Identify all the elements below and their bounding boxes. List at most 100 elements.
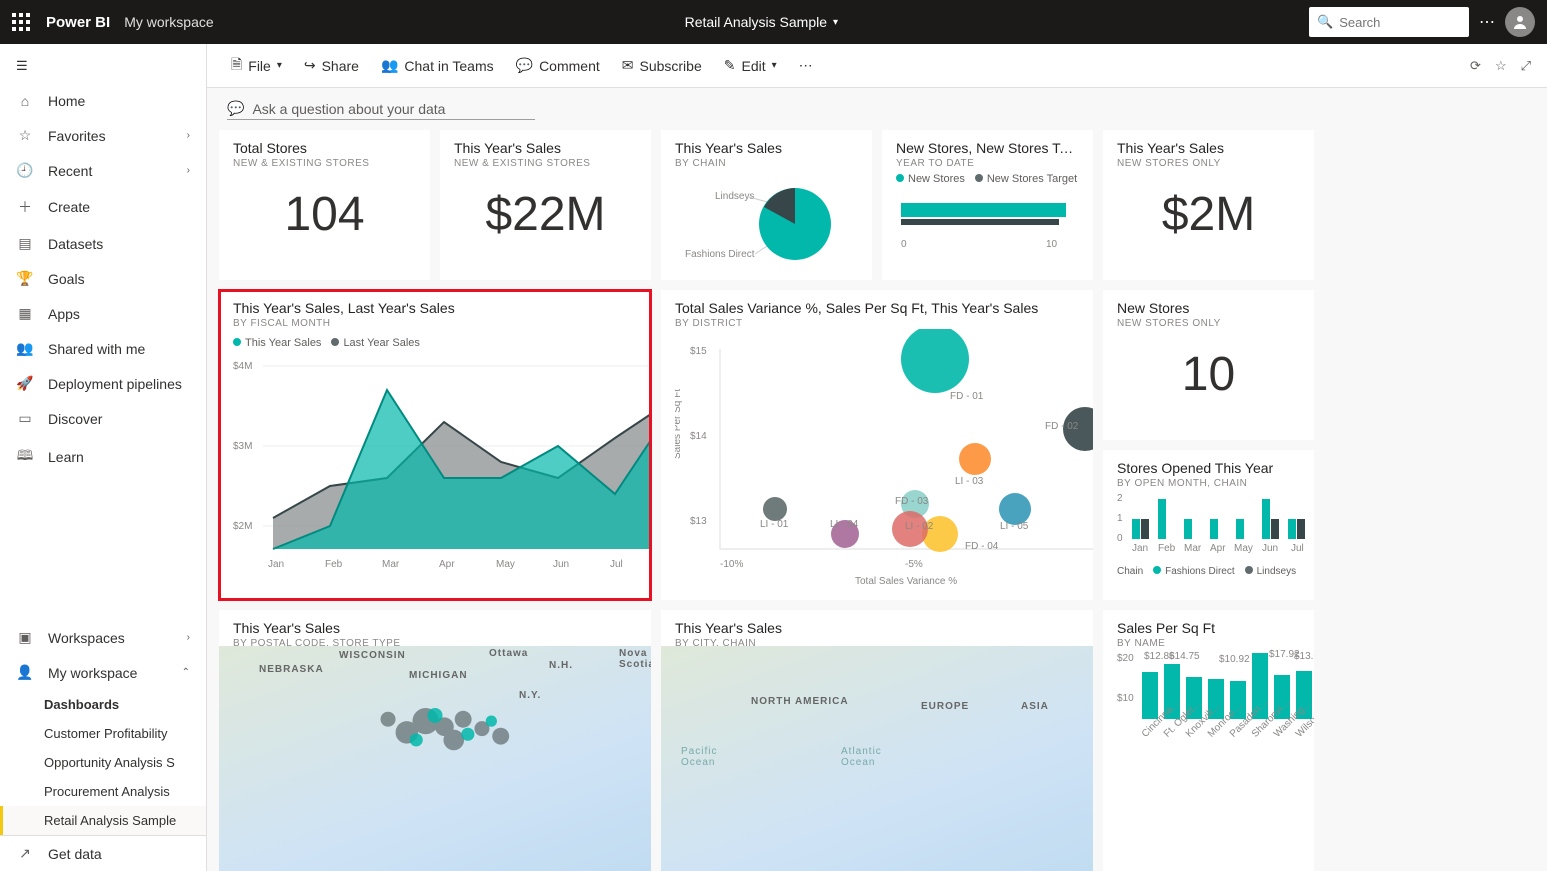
breadcrumb[interactable]: Retail Analysis Sample ▾ [214, 14, 1309, 30]
chevron-right-icon: › [187, 165, 190, 176]
nav-sub-item[interactable]: Procurement Analysis [0, 777, 206, 806]
teams-icon: 👥 [381, 57, 398, 74]
nav-sub-item[interactable]: Customer Profitability [0, 719, 206, 748]
tile-postal-map[interactable]: This Year's Sales BY POSTAL CODE, STORE … [219, 610, 651, 871]
favorite-icon[interactable]: ☆ [1495, 58, 1507, 74]
refresh-icon[interactable]: ⟳ [1470, 58, 1481, 74]
edit-button[interactable]: ✎Edit▾ [716, 51, 785, 80]
nav-pipelines[interactable]: 🚀Deployment pipelines [0, 366, 206, 401]
nav-discover[interactable]: ▭Discover [0, 401, 206, 436]
tile-subtitle: BY FISCAL MONTH [233, 318, 637, 329]
nav-label: Apps [48, 306, 80, 322]
page-title: Retail Analysis Sample [685, 14, 827, 30]
tile-subtitle: NEW STORES ONLY [1117, 158, 1300, 169]
svg-text:$15: $15 [690, 346, 707, 357]
nav-label: Create [48, 199, 90, 215]
nav-sub-dashboards[interactable]: Dashboards [0, 690, 206, 719]
qna-input[interactable]: 💬 Ask a question about your data [227, 98, 535, 120]
tile-ty-sales[interactable]: This Year's Sales NEW & EXISTING STORES … [440, 130, 651, 280]
person-icon: 👤 [16, 664, 34, 681]
workspace-name[interactable]: My workspace [124, 14, 213, 30]
nav-sub-item-active[interactable]: Retail Analysis Sample [0, 806, 206, 835]
comment-button[interactable]: 💬 Comment [508, 51, 608, 80]
tile-title: Total Stores [233, 140, 416, 156]
tile-value: 104 [233, 187, 416, 242]
tile-value: 10 [1117, 347, 1300, 402]
tile-variance[interactable]: Total Sales Variance %, Sales Per Sq Ft,… [661, 290, 1093, 600]
dashboard: Total Stores NEW & EXISTING STORES 104 T… [207, 130, 1547, 871]
fullscreen-icon[interactable]: ⤢ [1521, 58, 1531, 74]
comment-icon: 💬 [516, 57, 533, 74]
nav-goals[interactable]: 🏆Goals [0, 261, 206, 296]
nav-label: Favorites [48, 128, 106, 144]
svg-text:$13: $13 [690, 516, 707, 527]
nav-learn[interactable]: 🕮Learn [0, 436, 206, 478]
file-icon: 🗎 [231, 54, 242, 78]
chevron-down-icon: ▾ [833, 17, 838, 28]
tile-ty-ly-fiscal[interactable]: This Year's Sales, Last Year's Sales BY … [219, 290, 651, 600]
avatar[interactable] [1505, 7, 1535, 37]
bubble-chart: $15$14$13 Sales Per Sq Ft FD - 01 FD - 0… [675, 329, 1093, 589]
share-icon: ↪ [304, 57, 316, 74]
tile-new-stores[interactable]: New Stores NEW STORES ONLY 10 [1103, 290, 1314, 440]
tile-title: This Year's Sales [675, 620, 1079, 636]
svg-text:FD - 04: FD - 04 [965, 541, 999, 552]
nav-apps[interactable]: ▦ Apps [0, 296, 206, 331]
nav-label: Recent [48, 163, 92, 179]
share-button[interactable]: ↪Share [296, 51, 367, 80]
file-menu[interactable]: 🗎File▾ [223, 48, 290, 84]
tile-opened[interactable]: Stores Opened This Year BY OPEN MONTH, C… [1103, 450, 1314, 600]
nav-shared[interactable]: 👥Shared with me [0, 331, 206, 366]
svg-text:May: May [496, 559, 515, 570]
tile-title: Sales Per Sq Ft [1117, 620, 1300, 636]
subscribe-button[interactable]: ✉Subscribe [614, 51, 710, 80]
nav-create[interactable]: ＋Create [0, 188, 206, 226]
svg-text:$2M: $2M [233, 521, 252, 532]
search-icon: 🔍 [1317, 14, 1333, 30]
star-icon: ☆ [16, 127, 34, 144]
left-nav: ☰ ⌂Home ☆Favorites› 🕘Recent› ＋Create ▤Da… [0, 44, 207, 871]
btn-label: Comment [539, 58, 600, 74]
tile-ty-chain[interactable]: This Year's Sales BY CHAIN Lindseys Fash… [661, 130, 872, 280]
svg-text:LI - 04: LI - 04 [830, 519, 859, 530]
brand: Power BI [46, 14, 110, 31]
svg-text:LI - 01: LI - 01 [760, 519, 789, 530]
svg-text:FD - 01: FD - 01 [950, 391, 984, 402]
map-bubbles [219, 646, 651, 759]
nav-label: Workspaces [48, 630, 125, 646]
nav-toggle[interactable]: ☰ [0, 48, 206, 84]
qna-bar: 💬 Ask a question about your data [207, 88, 1547, 130]
bar-chart: $20$10 $12.86$14.75$10.92$17.92$13.08 [1117, 649, 1314, 759]
tile-sqft[interactable]: Sales Per Sq Ft BY NAME $20$10 $12.86$14… [1103, 610, 1314, 871]
chat-icon: 💬 [227, 100, 244, 117]
svg-text:FD - 03: FD - 03 [895, 496, 929, 507]
tile-total-stores[interactable]: Total Stores NEW & EXISTING STORES 104 [219, 130, 430, 280]
tile-subtitle: NEW & EXISTING STORES [233, 158, 416, 169]
nav-sub-item[interactable]: Opportunity Analysis S [0, 748, 206, 777]
nav-label: Learn [48, 449, 84, 465]
svg-text:Jun: Jun [1262, 543, 1278, 554]
chat-teams-button[interactable]: 👥Chat in Teams [373, 51, 502, 80]
nav-recent[interactable]: 🕘Recent› [0, 153, 206, 188]
svg-text:$14: $14 [690, 431, 707, 442]
nav-workspaces[interactable]: ▣Workspaces› [0, 620, 206, 655]
svg-text:Jan: Jan [1132, 543, 1148, 554]
apps-icon: ▦ [16, 305, 34, 322]
nav-home[interactable]: ⌂Home [0, 84, 206, 118]
more-icon[interactable]: ⋯ [1479, 12, 1495, 32]
more-button[interactable]: ⋯ [791, 51, 821, 80]
svg-text:Feb: Feb [1158, 543, 1176, 554]
toolbar: 🗎File▾ ↪Share 👥Chat in Teams 💬 Comment ✉S… [207, 44, 1547, 88]
nav-my-workspace[interactable]: 👤My workspace⌃ [0, 655, 206, 690]
nav-favorites[interactable]: ☆Favorites› [0, 118, 206, 153]
nav-datasets[interactable]: ▤Datasets [0, 226, 206, 261]
app-launcher[interactable] [12, 13, 30, 31]
tile-ty-newonly[interactable]: This Year's Sales NEW STORES ONLY $2M [1103, 130, 1314, 280]
search-box[interactable]: 🔍 [1309, 7, 1469, 37]
people-icon: 👥 [16, 340, 34, 357]
tile-newstores-ytd[interactable]: New Stores, New Stores Targ… YEAR TO DAT… [882, 130, 1093, 280]
tile-title: This Year's Sales [1117, 140, 1300, 156]
svg-text:Apr: Apr [1210, 543, 1226, 554]
nav-get-data[interactable]: ↗Get data [0, 836, 206, 871]
tile-city-map[interactable]: This Year's Sales BY CITY, CHAIN NORTH A… [661, 610, 1093, 871]
